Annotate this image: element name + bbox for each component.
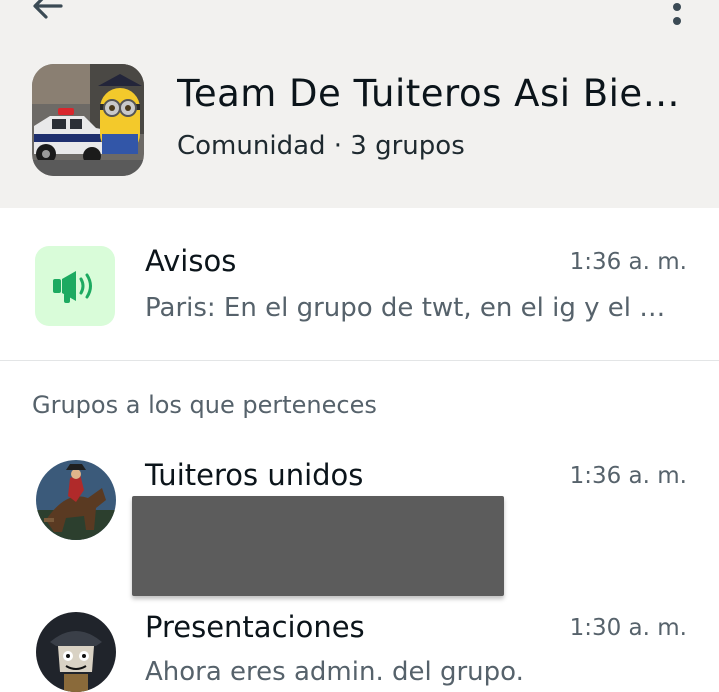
chat-preview: Paris: En el grupo de twt, en el ig y el… [145,293,675,323]
vertical-dots-icon [673,3,681,25]
community-name: Team De Tuiteros Asi Bie… [177,72,681,115]
community-avatar[interactable] [32,64,144,176]
arrow-left-icon [33,0,63,19]
megaphone-icon [53,271,92,303]
chat-title: Tuiteros unidos [145,458,364,492]
community-meta: Comunidad · 3 grupos [177,131,465,161]
back-button[interactable] [28,0,68,26]
chat-title: Avisos [145,244,237,278]
chat-time: 1:30 a. m. [569,615,687,641]
more-options-button[interactable] [660,0,694,32]
redacted-preview [132,496,504,596]
chat-time: 1:36 a. m. [569,463,687,489]
group-row[interactable]: Presentaciones 1:30 a. m. Ahora eres adm… [0,600,719,692]
announcements-row[interactable]: Avisos 1:36 a. m. Paris: En el grupo de … [0,208,719,360]
chat-time: 1:36 a. m. [569,249,687,275]
section-label: Grupos a los que perteneces [32,391,377,419]
community-header: Team De Tuiteros Asi Bie… Comunidad · 3 … [0,0,719,208]
chat-preview: Ahora eres admin. del grupo. [145,657,524,687]
group-avatar [36,612,116,692]
announcement-icon-tile [35,246,115,326]
group-avatar [36,460,116,540]
chat-title: Presentaciones [145,610,365,644]
section-divider [0,360,719,361]
